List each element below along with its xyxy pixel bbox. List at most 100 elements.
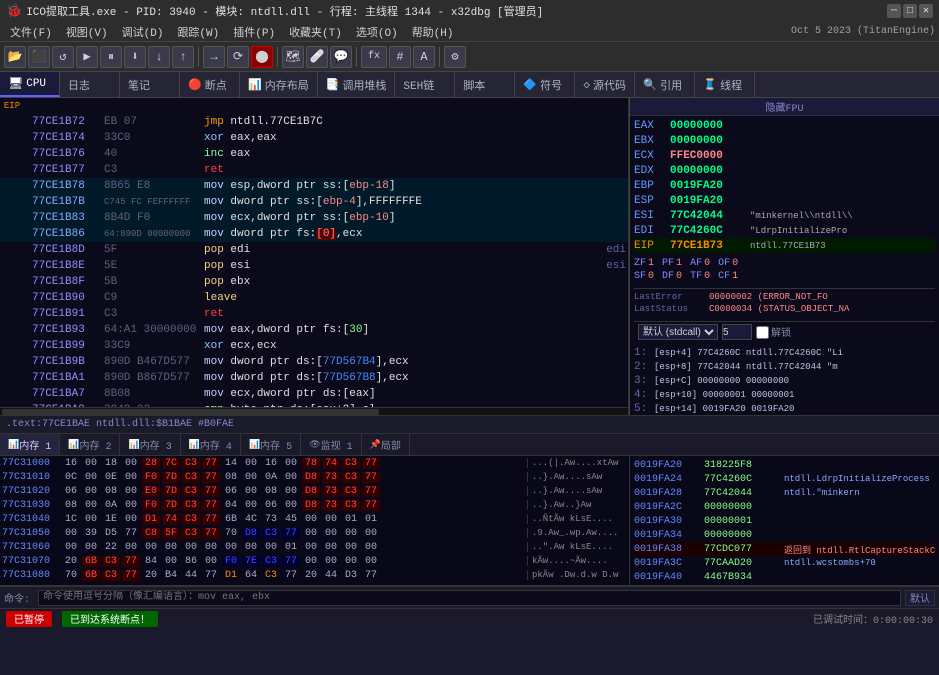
disasm-addr: 77CE1BA1 <box>32 372 104 384</box>
toolbar-settings[interactable]: ⚙ <box>444 46 466 68</box>
reg-val-edx[interactable]: 00000000 <box>670 165 750 177</box>
toolbar-patches[interactable]: 🩹 <box>306 46 328 68</box>
mem-tab-3[interactable]: 📊 内存 3 <box>120 434 180 455</box>
toolbar-open[interactable]: 📂 <box>4 46 26 68</box>
tab-call-stack[interactable]: 📑 调用堆栈 <box>318 72 396 97</box>
toolbar-hash[interactable]: # <box>389 46 411 68</box>
mem-tab-4[interactable]: 📊 内存 4 <box>181 434 241 455</box>
toolbar-comment[interactable]: 💬 <box>330 46 352 68</box>
table-row[interactable]: 77CE1B77 C3 ret <box>0 162 628 178</box>
mem-bytes: 0C000E00 F07DC377 08000A00 D873C377 <box>62 472 527 483</box>
table-row[interactable]: 77CE1B91 C3 ret <box>0 306 628 322</box>
toolbar-sep1 <box>198 47 199 67</box>
tab-notes[interactable]: 笔记 <box>120 72 180 97</box>
table-row[interactable]: 77CE1B76 40 inc eax <box>0 146 628 162</box>
tab-breakpoints[interactable]: 🔴 断点 <box>180 72 240 97</box>
cmd-input[interactable] <box>38 590 901 606</box>
param-count-input[interactable] <box>722 324 752 340</box>
table-row[interactable]: 77CE1B72 EB 07 jmp ntdll.77CE1B7C <box>0 114 628 130</box>
table-row[interactable]: 77CE1B93 64:A1 30000000 mov eax,dword pt… <box>0 322 628 338</box>
tab-source[interactable]: ◇ 源代码 <box>575 72 635 97</box>
toolbar-run-to-cursor[interactable]: → <box>203 46 225 68</box>
cmd-dropdown[interactable]: 默认 <box>905 590 935 606</box>
toolbar-step-over[interactable]: ↓ <box>148 46 170 68</box>
toolbar-mem-map[interactable]: 🗺 <box>282 46 304 68</box>
tab-bp-label: 断点 <box>205 77 227 93</box>
toolbar-stop[interactable]: ⬛ <box>28 46 50 68</box>
menu-favorites[interactable]: 收藏夹(T) <box>283 23 348 41</box>
tab-log[interactable]: 日志 <box>60 72 120 97</box>
menu-help[interactable]: 帮助(H) <box>406 23 460 41</box>
toolbar-run[interactable]: ▶ <box>76 46 98 68</box>
reg-val-edi[interactable]: 77C4260C <box>670 225 750 237</box>
reg-name-eax: EAX <box>634 120 670 132</box>
table-row[interactable]: 77CE1B90 C9 leave <box>0 290 628 306</box>
memory-hex-view[interactable]: 77C31000 16001800 287CC377 14001600 7874… <box>0 456 629 585</box>
toolbar-animate[interactable]: ⟳ <box>227 46 249 68</box>
table-row[interactable]: 77CE1B8F 5B pop ebx <box>0 274 628 290</box>
reg-val-esp[interactable]: 0019FA20 <box>670 195 750 207</box>
rp-addr: 0019FA30 <box>634 516 704 527</box>
menu-plugins[interactable]: 插件(P) <box>227 23 281 41</box>
mem-tab-local[interactable]: 📌 局部 <box>362 434 410 455</box>
menu-debug[interactable]: 调试(D) <box>116 23 170 41</box>
reg-val-ebp[interactable]: 0019FA20 <box>670 180 750 192</box>
tab-mem-layout[interactable]: 📊 内存布局 <box>240 72 318 97</box>
tab-seh[interactable]: SEH链 <box>395 72 455 97</box>
disasm-scrollbar[interactable] <box>0 407 628 415</box>
toolbar-step-out[interactable]: ↑ <box>172 46 194 68</box>
tab-symbol[interactable]: 🔷 符号 <box>515 72 575 97</box>
table-row[interactable]: 77CE1B7B C745 FC FEFFFFFF mov dword ptr … <box>0 194 628 210</box>
reg-val-ecx[interactable]: FFEC0000 <box>670 150 750 162</box>
tab-ref[interactable]: 🔍 引用 <box>635 72 695 97</box>
toolbar-font[interactable]: A <box>413 46 435 68</box>
table-row[interactable]: 77CE1BA1 890D B867D577 mov dword ptr ds:… <box>0 370 628 386</box>
reg-ebx: EBX 00000000 <box>634 133 935 148</box>
table-row[interactable]: 77CE1B8D 5F pop edi edi <box>0 242 628 258</box>
stack-panel[interactable]: 0019FA20 318225F8 0019FA24 77C4260C ntdl… <box>629 456 939 585</box>
toolbar-step-into[interactable]: ⬇ <box>124 46 146 68</box>
table-row[interactable]: 77CE1B86 64:890D 00000000 mov dword ptr … <box>0 226 628 242</box>
tab-script[interactable]: 脚本 <box>455 72 515 97</box>
disasm-bytes: 890D B467D577 <box>104 356 204 368</box>
mem-tab-1[interactable]: 📊 内存 1 <box>0 434 60 455</box>
reg-val-eax[interactable]: 00000000 <box>670 120 750 132</box>
toolbar-restart[interactable]: ↺ <box>52 46 74 68</box>
reg-val-esi[interactable]: 77C42044 <box>670 210 750 222</box>
mem-tab-2[interactable]: 📊 内存 2 <box>60 434 120 455</box>
menu-options[interactable]: 选项(O) <box>350 23 404 41</box>
menu-trace[interactable]: 跟踪(W) <box>171 23 225 41</box>
table-row[interactable]: 77CE1B99 33C9 xor ecx,ecx <box>0 338 628 354</box>
rp-val: 77CAAD20 <box>704 558 784 569</box>
table-row[interactable]: 77CE1B9B 890D B467D577 mov dword ptr ds:… <box>0 354 628 370</box>
table-row[interactable]: 77CE1BA7 8B08 mov ecx,dword ptr ds:[eax] <box>0 386 628 402</box>
close-button[interactable]: ✕ <box>919 4 933 18</box>
toolbar-bp[interactable]: ⬤ <box>251 46 273 68</box>
unlock-checkbox[interactable] <box>756 326 769 339</box>
table-row[interactable]: 77CE1B83 8B4D F0 mov ecx,dword ptr ss:[e… <box>0 210 628 226</box>
table-row[interactable]: 77CE1B8E 5E pop esi esi <box>0 258 628 274</box>
memory-content: 77C31000 16001800 287CC377 14001600 7874… <box>0 456 939 586</box>
fpu-toggle[interactable]: 隐藏FPU <box>765 99 803 115</box>
mem-ascii: ..ÑtÃw kLsE.... <box>527 514 627 524</box>
mem-tab-5[interactable]: 📊 内存 5 <box>241 434 301 455</box>
table-row[interactable]: 77CE1B74 33C0 xor eax,eax <box>0 130 628 146</box>
disasm-instr: inc eax <box>204 148 626 160</box>
toolbar-fx[interactable]: fx <box>361 46 387 68</box>
minimize-button[interactable]: ─ <box>887 4 901 18</box>
calling-convention-select[interactable]: 默认 (stdcall) cdecl fastcall <box>638 324 718 340</box>
toolbar-pause[interactable]: ⏸ <box>100 46 122 68</box>
table-row[interactable]: 77CE1B78 8B65 E8 mov esp,dword ptr ss:[e… <box>0 178 628 194</box>
reg-val-eip[interactable]: 77CE1B73 <box>670 240 750 252</box>
tab-thread[interactable]: 🧵 线程 <box>695 72 755 97</box>
reg-header[interactable]: 隐藏FPU <box>630 98 939 116</box>
reg-val-ebx[interactable]: 00000000 <box>670 135 750 147</box>
tab-row: 🖥 CPU 日志 笔记 🔴 断点 📊 内存布局 📑 调用堆栈 SEH链 脚本 🔷… <box>0 72 939 98</box>
tab-cpu[interactable]: 🖥 CPU <box>0 72 60 97</box>
disasm-content[interactable]: EIP 77CE1B72 EB 07 jmp ntdll.77CE1B7C 77… <box>0 98 628 407</box>
menu-file[interactable]: 文件(F) <box>4 23 58 41</box>
table-row[interactable]: EIP <box>0 98 628 114</box>
mem-tab-watch[interactable]: 👁 监视 1 <box>301 434 361 455</box>
maximize-button[interactable]: □ <box>903 4 917 18</box>
menu-view[interactable]: 视图(V) <box>60 23 114 41</box>
